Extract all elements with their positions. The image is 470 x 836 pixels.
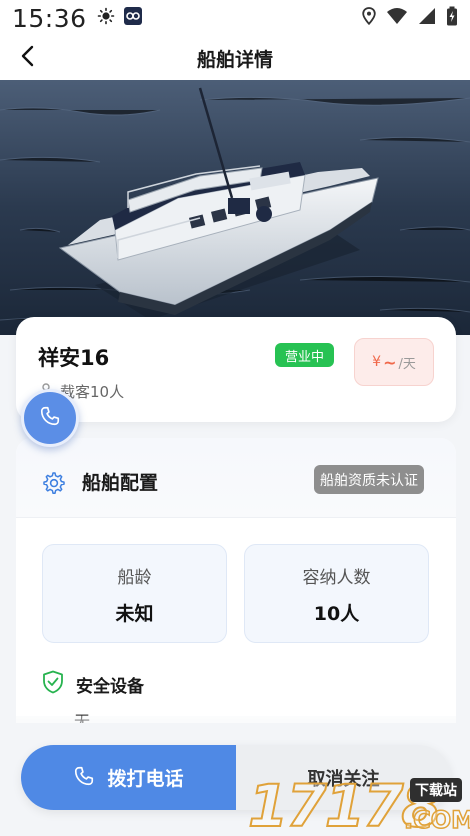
price-box: ¥ ~ /天: [354, 338, 434, 386]
safety-title: 安全设备: [76, 676, 144, 697]
price-currency: ¥: [372, 354, 382, 370]
stat-label: 容纳人数: [302, 568, 371, 588]
stat-ship-age: 船龄 未知: [42, 544, 227, 643]
price-amount: ~: [383, 352, 397, 372]
back-button[interactable]: [14, 44, 42, 72]
status-time: 15:36: [12, 3, 87, 33]
location-icon: [362, 7, 376, 29]
chevron-left-icon: [20, 45, 36, 71]
config-header: 船舶配置 船舶资质未认证: [16, 438, 456, 518]
status-badge: 营业中: [275, 343, 335, 367]
site-watermark: 17178 下载站 .COM: [246, 771, 470, 836]
ship-info-card: 祥安16 营业中 ¥ ~ /天 载客10人: [16, 317, 456, 422]
cert-badge: 船舶资质未认证: [314, 465, 424, 494]
status-bar: 15:36: [0, 0, 470, 36]
stat-value: 未知: [115, 603, 154, 625]
phone-icon: [73, 765, 95, 791]
shield-check-icon: [42, 670, 64, 698]
battery-charging-icon: [446, 6, 458, 30]
stat-label: 船龄: [117, 568, 152, 588]
status-left-icons: [97, 6, 143, 30]
signal-icon: [418, 7, 436, 29]
call-button-label: 拨打电话: [107, 768, 184, 790]
stat-capacity: 容纳人数 10人: [244, 544, 429, 643]
watermark-domain: .COM: [403, 805, 470, 835]
phone-icon: [39, 405, 61, 431]
wifi-icon: [386, 7, 408, 29]
ship-name: 祥安16: [38, 346, 110, 370]
config-title: 船舶配置: [82, 472, 159, 494]
app-notification-icon: [123, 6, 143, 30]
safety-row: 安全设备: [42, 670, 144, 698]
watermark-site: 下载站: [410, 778, 462, 802]
gear-icon: [42, 471, 66, 499]
page-title: 船舶详情: [196, 48, 273, 71]
nav-bar: 船舶详情: [0, 36, 470, 80]
ship-config-card: 船舶配置 船舶资质未认证 船龄 未知 容纳人数 10人 安全设备 无: [16, 438, 456, 723]
floating-call-button[interactable]: [21, 389, 79, 447]
stat-value: 10人: [313, 603, 360, 625]
price-unit: /天: [398, 356, 416, 372]
call-button[interactable]: 拨打电话: [21, 745, 236, 810]
brightness-icon: [97, 7, 115, 29]
status-right-icons: [362, 6, 458, 30]
ship-photo: [0, 80, 470, 335]
